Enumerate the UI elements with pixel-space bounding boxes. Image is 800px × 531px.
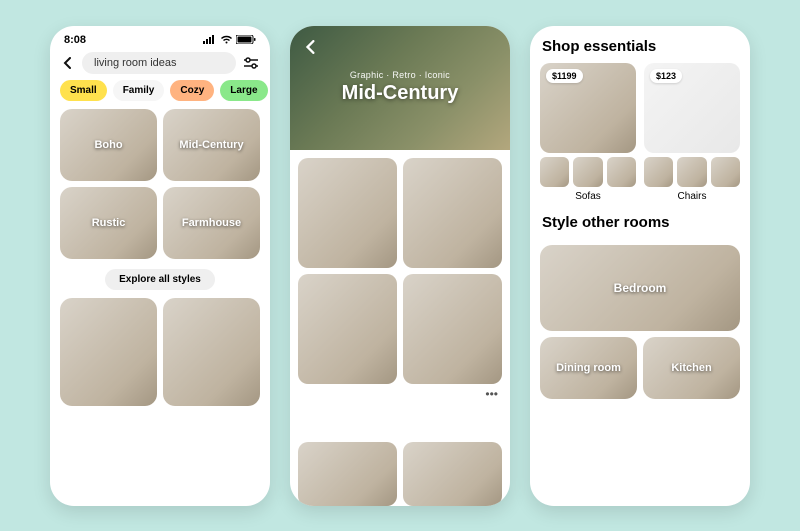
price-tag: $123 — [650, 69, 682, 83]
room-grid: Dining room Kitchen — [530, 337, 750, 399]
room-card-bedroom[interactable]: Bedroom — [540, 245, 740, 331]
pin[interactable] — [298, 442, 397, 506]
room-card-kitchen[interactable]: Kitchen — [643, 337, 740, 399]
thumb[interactable] — [677, 157, 706, 187]
style-title: Mid-Century — [342, 82, 459, 105]
wifi-icon — [220, 35, 233, 44]
room-label: Kitchen — [671, 362, 711, 374]
pin-row — [290, 442, 510, 506]
thumb[interactable] — [644, 157, 673, 187]
feed-pin[interactable] — [60, 298, 157, 406]
room-label: Dining room — [556, 362, 621, 374]
room-label: Bedroom — [614, 281, 667, 295]
style-label: Boho — [94, 139, 122, 151]
thumb[interactable] — [573, 157, 602, 187]
shop-essentials-title: Shop essentials — [530, 26, 750, 63]
price-tag: $1199 — [546, 69, 583, 83]
style-hero: Graphic · Retro · Iconic Mid-Century — [290, 26, 510, 150]
back-button[interactable] — [60, 55, 76, 71]
style-card-farmhouse[interactable]: Farmhouse — [163, 187, 260, 259]
search-input[interactable]: living room ideas — [82, 52, 236, 74]
style-label: Farmhouse — [182, 217, 241, 229]
style-label: Mid-Century — [179, 139, 243, 151]
thumb[interactable] — [711, 157, 740, 187]
style-card-rustic[interactable]: Rustic — [60, 187, 157, 259]
style-card-boho[interactable]: Boho — [60, 109, 157, 181]
status-bar: 8:08 — [50, 26, 270, 48]
room-card-dining[interactable]: Dining room — [540, 337, 637, 399]
pin-masonry: ••• — [290, 150, 510, 442]
signal-icon — [203, 35, 217, 44]
feed-grid — [50, 298, 270, 406]
phone-screen-style-detail: Graphic · Retro · Iconic Mid-Century ••• — [290, 26, 510, 506]
phone-screen-shop: Shop essentials $1199 Sofas $123 Chairs … — [530, 26, 750, 506]
feed-pin[interactable] — [163, 298, 260, 406]
back-button[interactable] — [300, 36, 322, 58]
product-thumbs — [540, 157, 636, 187]
chip-large[interactable]: Large — [220, 80, 267, 101]
filter-chips: Small Family Cozy Large Layo — [50, 80, 270, 109]
style-grid: Boho Mid-Century Rustic Farmhouse — [50, 109, 270, 259]
pin[interactable] — [403, 274, 502, 384]
pin[interactable] — [298, 274, 397, 384]
explore-all-button[interactable]: Explore all styles — [105, 269, 215, 290]
pin[interactable] — [403, 442, 502, 506]
phone-screen-search: 8:08 living room ideas Small Family Cozy… — [50, 26, 270, 506]
shop-card-sofas[interactable]: $1199 Sofas — [540, 63, 636, 202]
status-icons — [203, 35, 256, 44]
product-thumbs — [644, 157, 740, 187]
product-category-label: Chairs — [644, 191, 740, 202]
style-card-midcentury[interactable]: Mid-Century — [163, 109, 260, 181]
search-row: living room ideas — [50, 48, 270, 80]
thumb[interactable] — [607, 157, 636, 187]
more-icon[interactable]: ••• — [403, 390, 502, 442]
chip-cozy[interactable]: Cozy — [170, 80, 214, 101]
style-rooms-title: Style other rooms — [530, 202, 750, 239]
shop-row: $1199 Sofas $123 Chairs — [530, 63, 750, 202]
battery-icon — [236, 35, 256, 44]
chip-small[interactable]: Small — [60, 80, 107, 101]
status-time: 8:08 — [64, 34, 86, 46]
style-label: Rustic — [92, 217, 126, 229]
shop-card-chairs[interactable]: $123 Chairs — [644, 63, 740, 202]
thumb[interactable] — [540, 157, 569, 187]
style-breadcrumb: Graphic · Retro · Iconic — [350, 70, 450, 80]
pin[interactable] — [403, 158, 502, 268]
chip-family[interactable]: Family — [113, 80, 165, 101]
filter-button[interactable] — [242, 57, 260, 69]
pin[interactable] — [298, 158, 397, 268]
product-category-label: Sofas — [540, 191, 636, 202]
